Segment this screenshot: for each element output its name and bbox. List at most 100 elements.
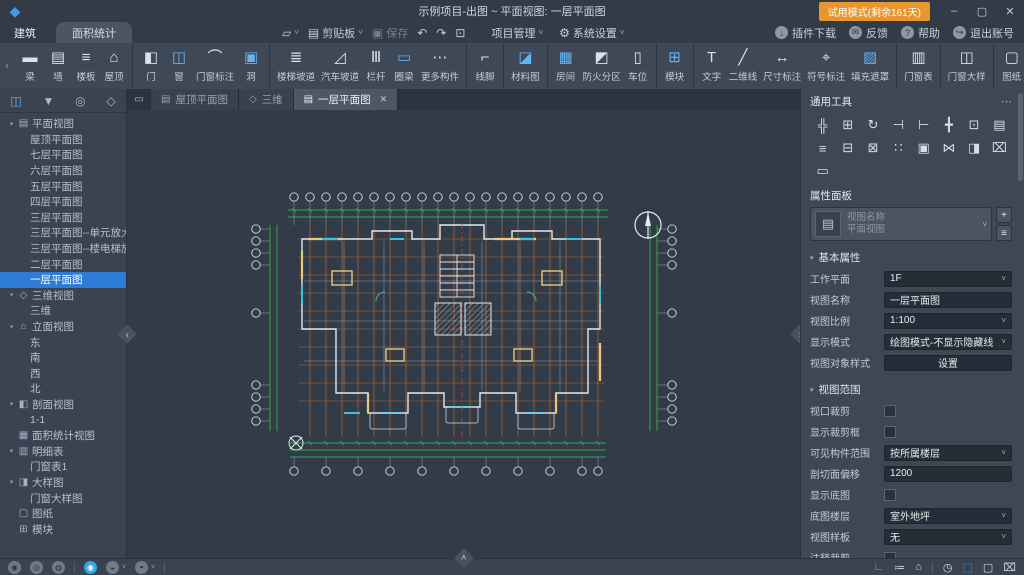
beam-button[interactable]: ▬梁	[16, 46, 44, 84]
system-settings-menu[interactable]: ⚙ 系统设置 ˅	[559, 25, 624, 41]
delete-tool-icon[interactable]: ⌧	[987, 138, 1012, 158]
display-options-icon[interactable]: ◒	[106, 561, 119, 574]
door-window-detail-button[interactable]: ◫门窗大样	[945, 46, 989, 84]
locate-icon[interactable]: ◎	[75, 94, 85, 108]
match-tool-icon[interactable]: ▤	[987, 115, 1012, 135]
measure-tool-icon[interactable]: ▭	[810, 161, 835, 181]
tab-architecture[interactable]: 建筑	[0, 22, 50, 43]
level-list-icon[interactable]: ≔	[894, 561, 905, 574]
tree-item-floor5-plan[interactable]: 五层平面图	[0, 178, 126, 194]
caret-down-icon[interactable]: ▾	[6, 447, 17, 455]
tree-item-area-statistics-view[interactable]: ▦面积统计视图	[0, 428, 126, 444]
undo-button[interactable]: ↶	[417, 26, 427, 40]
chevron-down-icon[interactable]: ˅	[151, 564, 155, 571]
trim-tool-icon[interactable]: ⊣	[886, 115, 911, 135]
viewport[interactable]: ‹ › ˄	[127, 110, 800, 558]
ribbon-scroll-left-icon[interactable]: ‹	[2, 44, 12, 88]
view-scale-select[interactable]: 1:100˅	[884, 313, 1012, 329]
type-menu-button[interactable]: ≡	[996, 225, 1012, 241]
logout-button[interactable]: ↪ 退出账号	[953, 25, 1014, 41]
offset-tool-icon[interactable]: ⊟	[835, 138, 860, 158]
group-tool-icon[interactable]: ▣	[911, 138, 936, 158]
view-name-input[interactable]: 一层平面图	[884, 292, 1012, 308]
caret-down-icon[interactable]: ▾	[6, 400, 17, 408]
open-button[interactable]: ▱ ˅	[282, 26, 299, 40]
tree-item-door-window-detail[interactable]: 门窗大样图	[0, 490, 126, 506]
mirror-tool-icon[interactable]: ⋈	[936, 138, 961, 158]
ring-beam-button[interactable]: ▭圈梁	[390, 46, 418, 84]
tree-item-sheets[interactable]: ▢图纸	[0, 506, 126, 522]
window-button[interactable]: ◫窗	[165, 46, 193, 84]
chevron-down-icon[interactable]: ˅	[122, 564, 126, 571]
history-icon[interactable]: ◷	[943, 561, 953, 574]
show-underlay-checkbox[interactable]	[884, 489, 896, 501]
building-icon[interactable]: ⌂	[915, 561, 922, 573]
viewport-crop-checkbox[interactable]	[884, 405, 896, 417]
fire-zone-button[interactable]: ◩防火分区	[580, 46, 624, 84]
tree-node-elevation-views[interactable]: ▾⌂立面视图	[0, 319, 126, 335]
select-frame-button[interactable]: ⊡	[455, 26, 465, 40]
caret-down-icon[interactable]: ▾	[6, 291, 17, 299]
visible-range-select[interactable]: 按所属楼层˅	[884, 445, 1012, 461]
rotate-tool-icon[interactable]: ↻	[861, 115, 886, 135]
door-window-tag-button[interactable]: ⌒门窗标注	[193, 46, 237, 84]
ortho-toggle-icon[interactable]: ◍	[52, 561, 65, 574]
add-type-button[interactable]: +	[996, 207, 1012, 223]
close-tab-icon[interactable]: ✕	[380, 94, 388, 105]
tree-item-modules[interactable]: ⊞模块	[0, 521, 126, 537]
floorplan-drawing[interactable]	[244, 181, 684, 487]
grid-snap-toggle-icon[interactable]: ◎	[30, 561, 43, 574]
tree-item-floor3-plan[interactable]: 三层平面图	[0, 210, 126, 226]
roof-button[interactable]: ⌂屋顶	[100, 46, 128, 84]
fill-mask-button[interactable]: ▨填充遮罩	[848, 46, 892, 84]
tree-item-east[interactable]: 东	[0, 334, 126, 350]
tree-item-north[interactable]: 北	[0, 381, 126, 397]
clipboard-button[interactable]: ▤ 剪贴板 ˅	[308, 25, 363, 41]
align-tool-icon[interactable]: ≡	[810, 138, 835, 158]
line-2d-button[interactable]: ╱二维线	[726, 46, 761, 84]
project-management-menu[interactable]: 项目管理 ˅	[491, 25, 543, 41]
slab-button[interactable]: ≡楼板	[72, 46, 100, 84]
filter-icon[interactable]: ▼	[42, 94, 54, 108]
tree-item-3d[interactable]: 三维	[0, 303, 126, 319]
copy-tool-icon[interactable]: ⊞	[835, 115, 860, 135]
caret-down-icon[interactable]: ▾	[6, 478, 17, 486]
railing-button[interactable]: Ⅲ栏杆	[362, 46, 390, 84]
minimize-button[interactable]: –	[940, 0, 968, 22]
view-tab-roof-plan[interactable]: ▤ 屋顶平面图	[151, 89, 239, 110]
tree-node-details[interactable]: ▾◨大样图	[0, 475, 126, 491]
view-tab-3d[interactable]: ◇ 三维	[239, 89, 294, 110]
annotation-crop-checkbox[interactable]	[884, 552, 896, 559]
array-tool-icon[interactable]: ∷	[886, 138, 911, 158]
tree-item-floor3-stair-enlarged[interactable]: 三层平面图--楼电梯放…	[0, 241, 126, 257]
door-window-schedule-button[interactable]: ▥门窗表	[901, 46, 936, 84]
close-button[interactable]: ✕	[996, 0, 1024, 22]
panel-scrollbar[interactable]	[1018, 93, 1023, 181]
more-components-button[interactable]: ⋯更多构件	[418, 46, 462, 84]
basic-properties-section[interactable]: ▾ 基本属性	[810, 250, 1012, 265]
feedback-button[interactable]: ✉ 反馈	[849, 25, 888, 41]
split-tool-icon[interactable]: ⊠	[861, 138, 886, 158]
object-style-settings-button[interactable]: 设置	[884, 355, 1012, 371]
module-button[interactable]: ⊞模块	[661, 46, 689, 84]
cut-plane-offset-input[interactable]: 1200	[884, 466, 1012, 482]
tree-item-floor6-plan[interactable]: 六层平面图	[0, 163, 126, 179]
help-button[interactable]: ? 帮助	[901, 25, 940, 41]
opening-button[interactable]: ▣洞	[237, 46, 265, 84]
tree-item-section-1-1[interactable]: 1-1	[0, 412, 126, 428]
selection-mode-icon[interactable]: ⬚	[963, 561, 973, 574]
extend-tool-icon[interactable]: ⊢	[911, 115, 936, 135]
plugin-download-button[interactable]: ↓ 插件下载	[775, 25, 836, 41]
tree-item-floor2-plan[interactable]: 二层平面图	[0, 256, 126, 272]
car-ramp-button[interactable]: ◿汽车坡道	[318, 46, 362, 84]
tree-node-section-views[interactable]: ▾◧剖面视图	[0, 397, 126, 413]
underlay-floor-select[interactable]: 室外地坪˅	[884, 508, 1012, 524]
tree-node-schedules[interactable]: ▾▥明细表	[0, 443, 126, 459]
type-selector-dropdown[interactable]: ▤ 视图名称 平面视图 ˅	[810, 207, 992, 241]
more-icon[interactable]: ⋯	[1001, 95, 1012, 108]
view-template-select[interactable]: 无˅	[884, 529, 1012, 545]
tree-item-west[interactable]: 西	[0, 366, 126, 382]
display-mode-select[interactable]: 绘图模式-不显示隐藏线˅	[884, 334, 1012, 350]
tab-list-icon[interactable]: ▭	[127, 89, 151, 110]
view-range-section[interactable]: ▾ 视图范围	[810, 382, 1012, 397]
